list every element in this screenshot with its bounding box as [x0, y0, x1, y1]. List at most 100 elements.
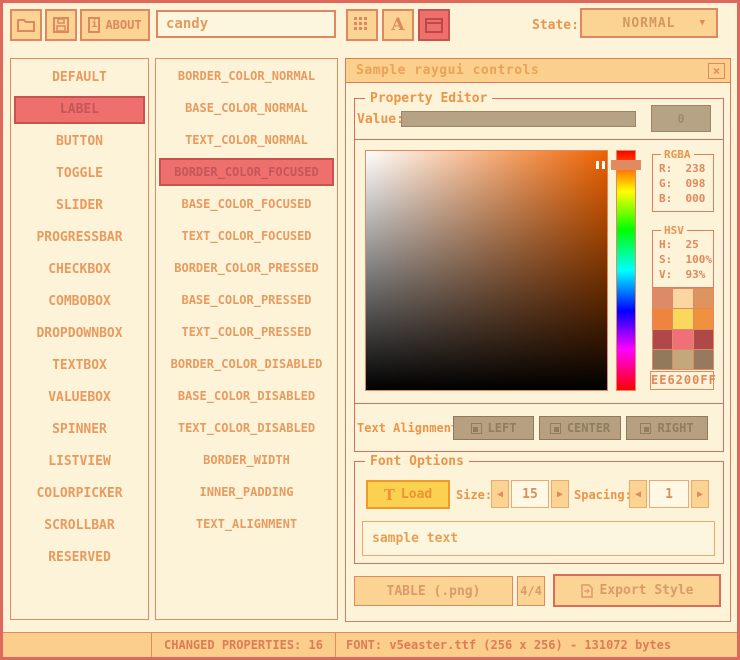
property-item-border_width[interactable]: BORDER_WIDTH — [156, 444, 337, 476]
sample-text-input[interactable]: sample text — [362, 521, 715, 556]
control-item-reserved[interactable]: RESERVED — [11, 542, 148, 574]
align-center-button[interactable]: CENTER — [539, 416, 621, 440]
value-slider[interactable] — [401, 111, 636, 127]
property-item-base_color_disabled[interactable]: BASE_COLOR_DISABLED — [156, 380, 337, 412]
spacing-label: Spacing: — [574, 488, 632, 502]
control-item-listview[interactable]: LISTVIEW — [11, 446, 148, 478]
property-item-text_color_normal[interactable]: TEXT_COLOR_NORMAL — [156, 124, 337, 156]
control-item-toggle[interactable]: TOGGLE — [11, 158, 148, 190]
palette-color-2[interactable] — [694, 289, 713, 308]
property-item-base_color_focused[interactable]: BASE_COLOR_FOCUSED — [156, 188, 337, 220]
window-title: Sample raygui controls — [356, 63, 539, 78]
palette-color-4[interactable] — [673, 309, 692, 328]
control-item-label[interactable]: LABEL — [14, 96, 145, 124]
palette-color-9[interactable] — [653, 350, 672, 369]
close-button[interactable]: × — [708, 63, 725, 79]
align-right-button[interactable]: RIGHT — [626, 416, 708, 440]
control-item-textbox[interactable]: TEXTBOX — [11, 350, 148, 382]
load-font-button[interactable]: T Load — [366, 480, 450, 509]
palette-color-6[interactable] — [653, 330, 672, 349]
sample-window-titlebar[interactable]: Sample raygui controls — [346, 59, 730, 83]
property-item-base_color_pressed[interactable]: BASE_COLOR_PRESSED — [156, 284, 337, 316]
property-item-border_color_disabled[interactable]: BORDER_COLOR_DISABLED — [156, 348, 337, 380]
palette-color-5[interactable] — [694, 309, 713, 328]
export-counter-box[interactable]: 4/4 — [517, 576, 545, 606]
palette-color-1[interactable] — [673, 289, 692, 308]
palette-color-3[interactable] — [653, 309, 672, 328]
property-item-text_color_disabled[interactable]: TEXT_COLOR_DISABLED — [156, 412, 337, 444]
property-item-border_color_pressed[interactable]: BORDER_COLOR_PRESSED — [156, 252, 337, 284]
font-options-label: Font Options — [365, 454, 469, 469]
align-left-label: LEFT — [488, 421, 517, 435]
export-style-button[interactable]: Export Style — [553, 574, 721, 607]
value-box: 0 — [651, 105, 711, 132]
spacing-value: 1 — [665, 487, 673, 502]
control-item-progressbar[interactable]: PROGRESSBAR — [11, 222, 148, 254]
control-item-checkbox[interactable]: CHECKBOX — [11, 254, 148, 286]
property-item-text_alignment[interactable]: TEXT_ALIGNMENT — [156, 508, 337, 540]
floppy-save-icon — [52, 16, 70, 34]
about-button[interactable]: i ABOUT — [80, 9, 150, 41]
sample-text-value: sample text — [372, 531, 458, 546]
open-file-button[interactable] — [10, 9, 42, 41]
sv-picker[interactable] — [365, 150, 608, 391]
property-item-text_color_focused[interactable]: TEXT_COLOR_FOCUSED — [156, 220, 337, 252]
size-decrement-button[interactable]: ◀ — [491, 480, 509, 508]
property-item-border_color_normal[interactable]: BORDER_COLOR_NORMAL — [156, 60, 337, 92]
palette-color-11[interactable] — [694, 350, 713, 369]
property-item-text_color_pressed[interactable]: TEXT_COLOR_PRESSED — [156, 316, 337, 348]
hue-slider-handle[interactable] — [611, 160, 641, 170]
font-atlas-button[interactable]: A — [382, 9, 414, 41]
hsv-row-v: V: 93% — [653, 267, 713, 282]
state-dropdown[interactable]: NORMAL ▼ — [580, 8, 718, 38]
spacing-value-box[interactable]: 1 — [649, 480, 689, 508]
rgba-group: RGBA R: 238 G: 098 B: 000 — [652, 154, 714, 212]
control-item-slider[interactable]: SLIDER — [11, 190, 148, 222]
property-item-base_color_normal[interactable]: BASE_COLOR_NORMAL — [156, 92, 337, 124]
hex-color-input[interactable]: EE6200FF — [650, 371, 714, 390]
changed-properties-status: CHANGED PROPERTIES: 16 — [151, 632, 336, 658]
about-label: ABOUT — [105, 18, 141, 32]
export-counter: 4/4 — [520, 584, 542, 598]
hsv-label: HSV — [661, 224, 687, 237]
property-item-inner_padding[interactable]: INNER_PADDING — [156, 476, 337, 508]
control-item-combobox[interactable]: COMBOBOX — [11, 286, 148, 318]
align-left-button[interactable]: LEFT — [453, 416, 534, 440]
style-table-button[interactable] — [346, 9, 378, 41]
window-mode-button[interactable] — [418, 9, 450, 41]
state-label: State: — [532, 18, 579, 33]
palette-color-0[interactable] — [653, 289, 672, 308]
export-icon — [581, 584, 593, 598]
size-value-box[interactable]: 15 — [511, 480, 549, 508]
control-item-button[interactable]: BUTTON — [11, 126, 148, 158]
control-item-dropdownbox[interactable]: DROPDOWNBOX — [11, 318, 148, 350]
spacing-increment-button[interactable]: ▶ — [691, 480, 709, 508]
style-name-input[interactable] — [156, 10, 336, 38]
sv-cursor[interactable] — [596, 161, 608, 169]
palette-color-7[interactable] — [673, 330, 692, 349]
text-alignment-label: Text Alignment: — [357, 421, 465, 435]
font-info-status: FONT: v5easter.ttf (256 x 256) - 131072 … — [335, 632, 738, 658]
palette-color-10[interactable] — [673, 350, 692, 369]
save-file-button[interactable] — [45, 9, 77, 41]
export-style-label: Export Style — [600, 583, 694, 598]
hsv-row-h: H: 25 — [653, 237, 713, 252]
load-label: Load — [401, 487, 432, 502]
property-item-border_color_focused[interactable]: BORDER_COLOR_FOCUSED — [159, 158, 334, 186]
control-item-valuebox[interactable]: VALUEBOX — [11, 382, 148, 414]
state-value: NORMAL — [623, 16, 676, 31]
rgba-row-r: R: 238 — [653, 161, 713, 176]
control-item-default[interactable]: DEFAULT — [11, 62, 148, 94]
hex-color-value: EE6200FF — [651, 373, 717, 387]
hue-slider[interactable] — [616, 150, 636, 391]
font-a-icon: A — [391, 15, 404, 35]
right-arrow-icon: ▶ — [557, 489, 563, 500]
palette-color-8[interactable] — [694, 330, 713, 349]
control-item-scrollbar[interactable]: SCROLLBAR — [11, 510, 148, 542]
control-item-colorpicker[interactable]: COLORPICKER — [11, 478, 148, 510]
spacing-decrement-button[interactable]: ◀ — [629, 480, 647, 508]
export-format-dropdown[interactable]: TABLE (.png) — [354, 576, 513, 606]
control-item-spinner[interactable]: SPINNER — [11, 414, 148, 446]
size-increment-button[interactable]: ▶ — [551, 480, 569, 508]
folder-open-icon — [16, 17, 36, 33]
